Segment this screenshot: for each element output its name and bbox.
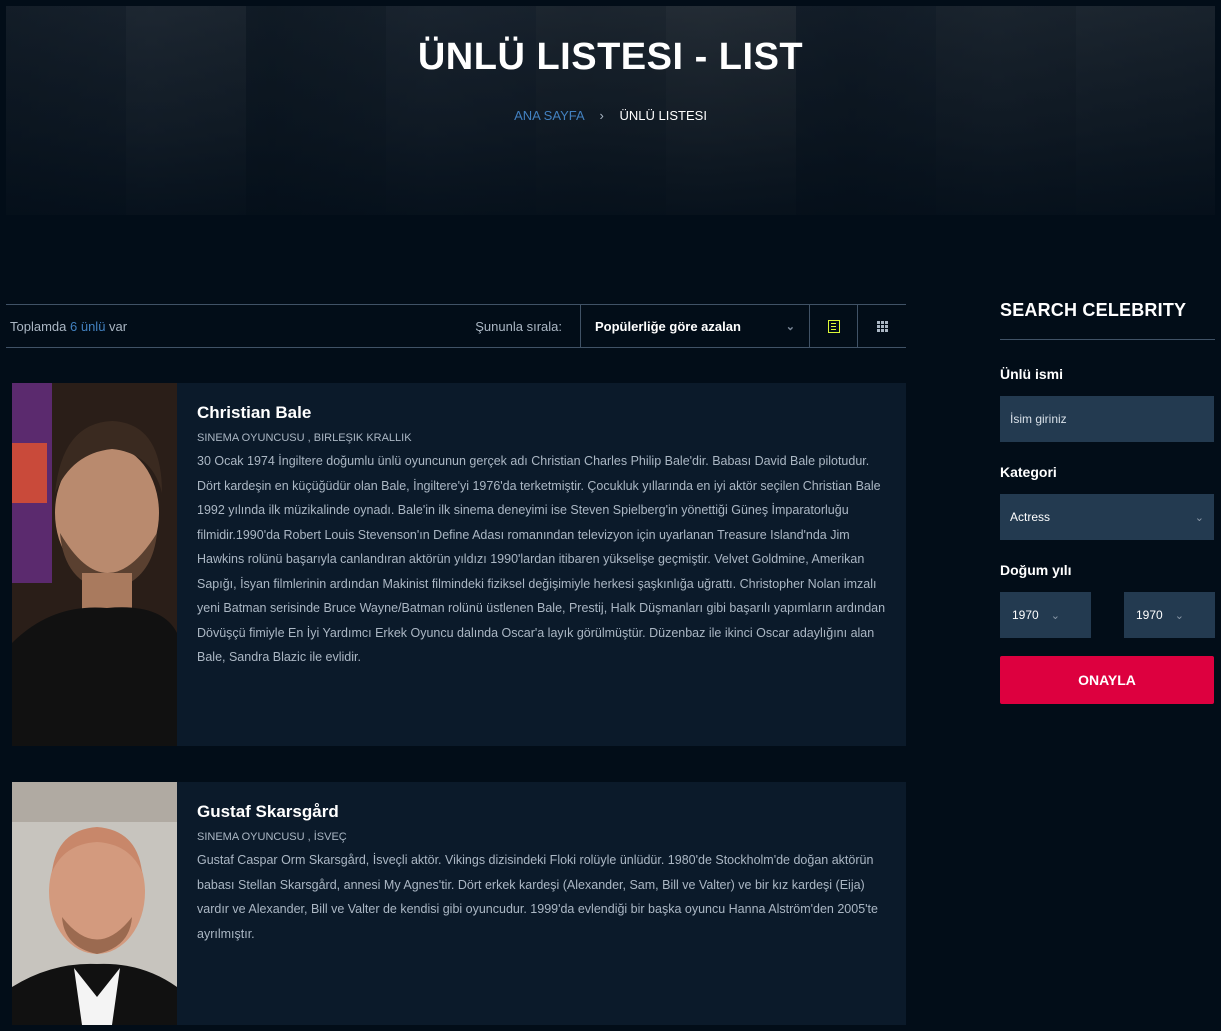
name-field-label: Ünlü ismi (1000, 366, 1064, 382)
birth-year-label: Doğum yılı (1000, 562, 1072, 578)
celebrity-card: Christian Bale SINEMA OYUNCUSU , BIRLEŞI… (12, 383, 906, 746)
page-title: ÜNLÜ LISTESI - LIST (417, 36, 804, 78)
hero-banner: ÜNLÜ LISTESI - LIST ANA SAYFA › ÜNLÜ LIS… (6, 6, 1215, 215)
breadcrumb: ANA SAYFA › ÜNLÜ LISTESI (6, 108, 1215, 123)
celebrity-name[interactable]: Gustaf Skarsgård (197, 802, 886, 822)
year-to-select[interactable]: 1970 ⌄ (1124, 592, 1215, 638)
celebrity-bio: 30 Ocak 1974 İngiltere doğumlu ünlü oyun… (197, 454, 886, 664)
celebrity-name[interactable]: Christian Bale (197, 403, 886, 423)
sort-label: Şununla sırala: (475, 318, 562, 334)
list-toolbar: Toplamda 6 ünlü var Şununla sırala: Popü… (6, 304, 906, 348)
submit-button[interactable]: ONAYLA (1000, 656, 1214, 704)
year-from-value: 1970 (1012, 608, 1039, 622)
grid-view-button[interactable] (858, 305, 906, 347)
category-field-label: Kategori (1000, 464, 1057, 480)
year-to-value: 1970 (1136, 608, 1163, 622)
search-celebrity-panel: SEARCH CELEBRITY Ünlü ismi Kategori Actr… (1000, 300, 1215, 704)
chevron-down-icon: ⌄ (785, 320, 795, 333)
celebrity-photo[interactable] (12, 383, 177, 746)
celebrity-card: Gustaf Skarsgård SINEMA OYUNCUSU , İSVEÇ… (12, 782, 906, 1025)
name-search-input[interactable] (1000, 396, 1214, 442)
grid-view-icon (876, 320, 888, 332)
sort-select-value: Popülerliğe göre azalan (595, 318, 741, 334)
chevron-down-icon: ⌄ (1174, 609, 1184, 622)
celebrity-meta: SINEMA OYUNCUSU , BIRLEŞIK KRALLIK (197, 432, 412, 444)
chevron-down-icon: ⌄ (1050, 609, 1060, 622)
list-view-icon (827, 319, 840, 333)
total-count-value: 6 ünlü (70, 318, 106, 334)
celebrity-meta: SINEMA OYUNCUSU , İSVEÇ (197, 831, 347, 843)
sidebar-title: SEARCH CELEBRITY (1000, 300, 1215, 340)
birth-year-range: 1970 ⌄ 1970 ⌄ (1000, 592, 1215, 638)
breadcrumb-current: ÜNLÜ LISTESI (619, 108, 707, 123)
celebrity-bio: Gustaf Caspar Orm Skarsgård, İsveçli akt… (197, 853, 878, 941)
breadcrumb-separator-icon: › (599, 108, 604, 123)
category-select-value: Actress (1010, 510, 1051, 524)
sort-select[interactable]: Popülerliğe göre azalan ⌄ (580, 305, 810, 347)
category-select[interactable]: Actress ⌄ (1000, 494, 1214, 540)
total-prefix: Toplamda (10, 318, 67, 334)
list-view-button[interactable] (810, 305, 858, 347)
chevron-down-icon: ⌄ (1194, 511, 1204, 524)
breadcrumb-home-link[interactable]: ANA SAYFA (514, 108, 584, 123)
total-count: Toplamda 6 ünlü var (6, 319, 127, 334)
total-suffix: var (109, 318, 128, 334)
celebrity-photo[interactable] (12, 782, 177, 1025)
year-from-select[interactable]: 1970 ⌄ (1000, 592, 1091, 638)
